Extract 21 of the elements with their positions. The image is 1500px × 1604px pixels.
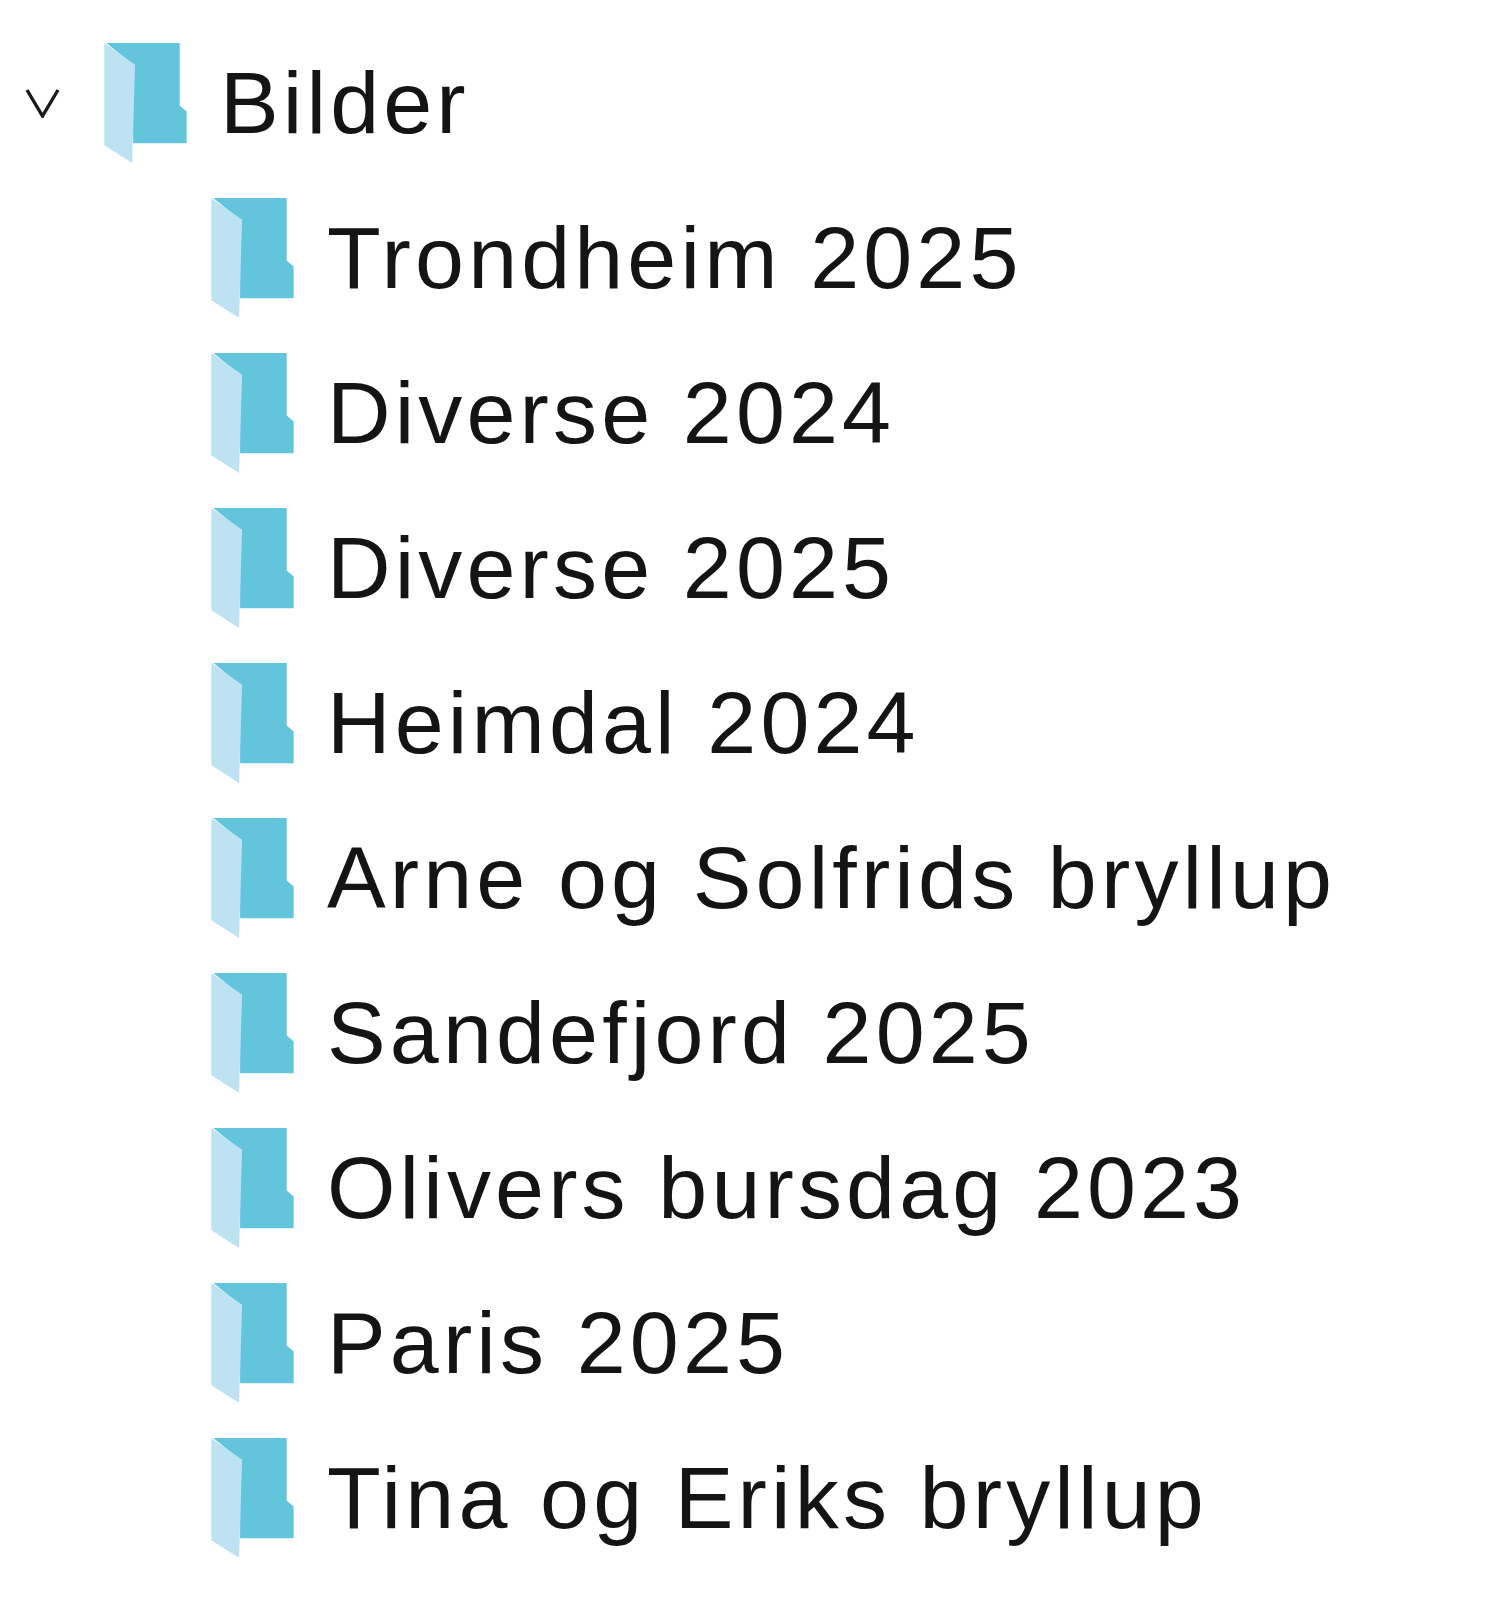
- folder-name[interactable]: Heimdal 2024: [327, 671, 920, 774]
- folder-icon: [211, 1437, 294, 1558]
- folder-icon: [211, 352, 294, 473]
- folder-name[interactable]: Bilder: [220, 51, 470, 154]
- chevron-down-icon[interactable]: [25, 87, 60, 118]
- folder-name[interactable]: Sandefjord 2025: [327, 981, 1035, 1084]
- folder-name[interactable]: Diverse 2024: [327, 361, 896, 464]
- folder-name[interactable]: Diverse 2025: [327, 516, 896, 619]
- folder-name[interactable]: Arne og Solfrids bryllup: [327, 826, 1337, 929]
- folder-name[interactable]: Tina og Eriks bryllup: [327, 1446, 1208, 1549]
- folder-name[interactable]: Trondheim 2025: [327, 206, 1023, 309]
- folder-icon: [211, 197, 294, 318]
- folder-icon: [104, 42, 187, 163]
- folder-icon: [211, 972, 294, 1093]
- folder-icon: [211, 1127, 294, 1248]
- folder-icon: [211, 662, 294, 783]
- folder-icon: [211, 1282, 294, 1403]
- folder-icon: [211, 507, 294, 628]
- folder-name[interactable]: Paris 2025: [327, 1291, 790, 1394]
- folder-icon: [211, 817, 294, 938]
- folder-name[interactable]: Olivers bursdag 2023: [327, 1136, 1247, 1239]
